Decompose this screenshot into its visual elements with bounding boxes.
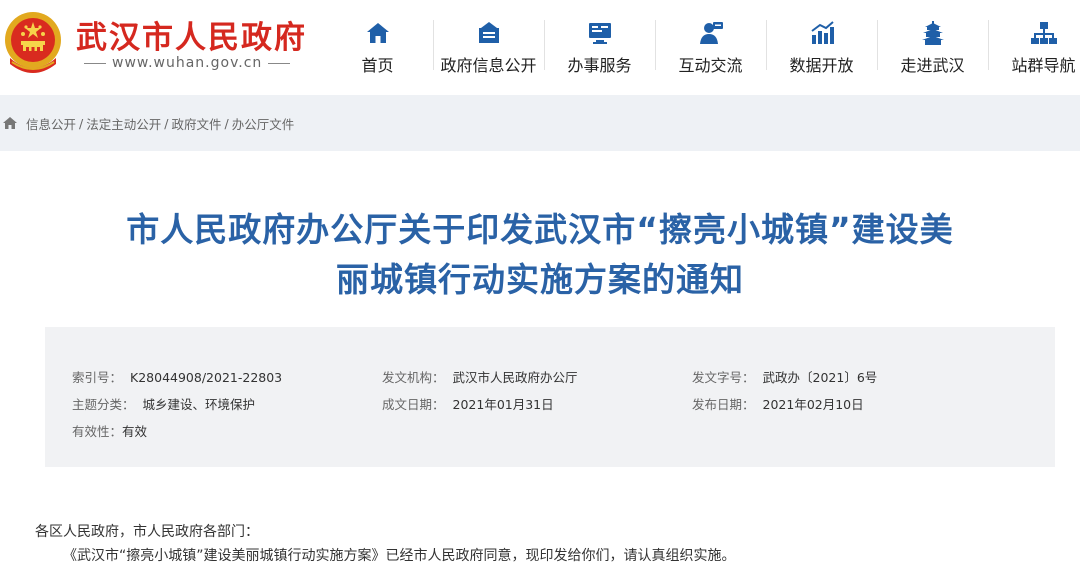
- site-url-text[interactable]: www.wuhan.gov.cn: [112, 55, 262, 71]
- site-url[interactable]: www.wuhan.gov.cn: [78, 55, 308, 71]
- meta-label: 发布日期：: [692, 397, 755, 412]
- home-icon: [366, 23, 389, 43]
- nav-label: 互动交流: [678, 56, 743, 75]
- nav-item-service[interactable]: 办事服务: [544, 8, 655, 80]
- meta-index: 索引号： K28044908/2021-22803: [72, 367, 282, 386]
- nav-item-data[interactable]: 数据开放: [766, 8, 877, 80]
- meta-validity: 有效性：有效: [72, 421, 147, 440]
- meta-published-date: 发布日期： 2021年02月10日: [692, 394, 864, 413]
- breadcrumb-item[interactable]: 政府文件: [171, 114, 221, 133]
- meta-topic: 主题分类： 城乡建设、环境保护: [72, 394, 255, 413]
- document-title-line1: 市人民政府办公厅关于印发武汉市“擦亮小城镇”建设美: [126, 210, 954, 249]
- breadcrumb: 信息公开 / 法定主动公开 / 政府文件 / 办公厅文件: [0, 95, 1080, 151]
- service-monitor-icon: [588, 23, 611, 44]
- bar-chart-icon: [810, 21, 834, 44]
- site-title[interactable]: 武汉市人民政府: [76, 12, 307, 57]
- meta-value: 武政办〔2021〕6号: [762, 370, 878, 385]
- breadcrumb-separator: /: [79, 115, 84, 131]
- meta-value: 城乡建设、环境保护: [142, 397, 256, 412]
- meta-value: 2021年01月31日: [452, 397, 554, 412]
- meta-label: 索引号：: [72, 370, 123, 385]
- info-open-icon: [478, 22, 499, 43]
- home-icon[interactable]: [2, 115, 18, 131]
- sitemap-icon: [1030, 22, 1057, 44]
- nav-item-visit-wuhan[interactable]: 走进武汉: [877, 8, 988, 80]
- meta-label: 有效性：: [72, 424, 123, 439]
- meta-value: 武汉市人民政府办公厅: [452, 370, 578, 385]
- document-title-line2: 丽城镇行动实施方案的通知: [336, 260, 744, 299]
- nav-label: 数据开放: [789, 56, 854, 75]
- pagoda-icon: [921, 21, 944, 45]
- nav-item-sitemap[interactable]: 站群导航: [988, 8, 1080, 80]
- meta-value: K28044908/2021-22803: [130, 370, 283, 385]
- breadcrumb-separator: /: [224, 115, 229, 131]
- meta-label: 发文机构：: [382, 370, 445, 385]
- url-dash-right: [268, 62, 291, 64]
- meta-value: 有效: [122, 424, 148, 439]
- meta-label: 成文日期：: [382, 397, 445, 412]
- nav-label: 走进武汉: [900, 56, 965, 75]
- breadcrumb-item[interactable]: 法定主动公开: [86, 114, 161, 133]
- site-header: 武汉市人民政府 www.wuhan.gov.cn 首页 政府信息公开 办事服务 …: [0, 0, 1080, 95]
- document-body: 各区人民政府，市人民政府各部门： 《武汉市“擦亮小城镇”建设美丽城镇行动实施方案…: [35, 520, 736, 565]
- breadcrumb-item[interactable]: 办公厅文件: [232, 114, 295, 133]
- meta-label: 发文字号：: [692, 370, 755, 385]
- meta-agency: 发文机构： 武汉市人民政府办公厅: [382, 367, 578, 386]
- meta-label: 主题分类：: [72, 397, 135, 412]
- breadcrumb-item[interactable]: 信息公开: [26, 114, 76, 133]
- national-emblem-icon: [5, 12, 61, 73]
- body-paragraph: 《武汉市“擦亮小城镇”建设美丽城镇行动实施方案》已经市人民政府同意，现印发给你们…: [63, 548, 736, 564]
- meta-written-date: 成文日期： 2021年01月31日: [382, 394, 554, 413]
- nav-label: 办事服务: [567, 56, 632, 75]
- nav-item-home[interactable]: 首页: [322, 8, 433, 80]
- nav-label: 站群导航: [1011, 56, 1076, 75]
- document-meta-panel: 索引号： K28044908/2021-22803 发文机构： 武汉市人民政府办公厅…: [45, 327, 1055, 467]
- main-nav: 首页 政府信息公开 办事服务 互动交流 数据开放 走进武汉 站群导航: [322, 8, 1080, 80]
- breadcrumb-separator: /: [164, 115, 169, 131]
- url-dash-left: [84, 62, 106, 64]
- nav-label: 首页: [361, 56, 394, 75]
- nav-item-info-open[interactable]: 政府信息公开: [433, 8, 544, 80]
- document-title: 市人民政府办公厅关于印发武汉市“擦亮小城镇”建设美 丽城镇行动实施方案的通知: [40, 205, 1040, 305]
- salutation: 各区人民政府，市人民政府各部门：: [35, 524, 259, 540]
- meta-doc-number: 发文字号： 武政办〔2021〕6号: [692, 367, 877, 386]
- nav-item-interaction[interactable]: 互动交流: [655, 8, 766, 80]
- meta-value: 2021年02月10日: [762, 397, 864, 412]
- interaction-user-icon: [699, 22, 723, 44]
- nav-label: 政府信息公开: [440, 56, 537, 75]
